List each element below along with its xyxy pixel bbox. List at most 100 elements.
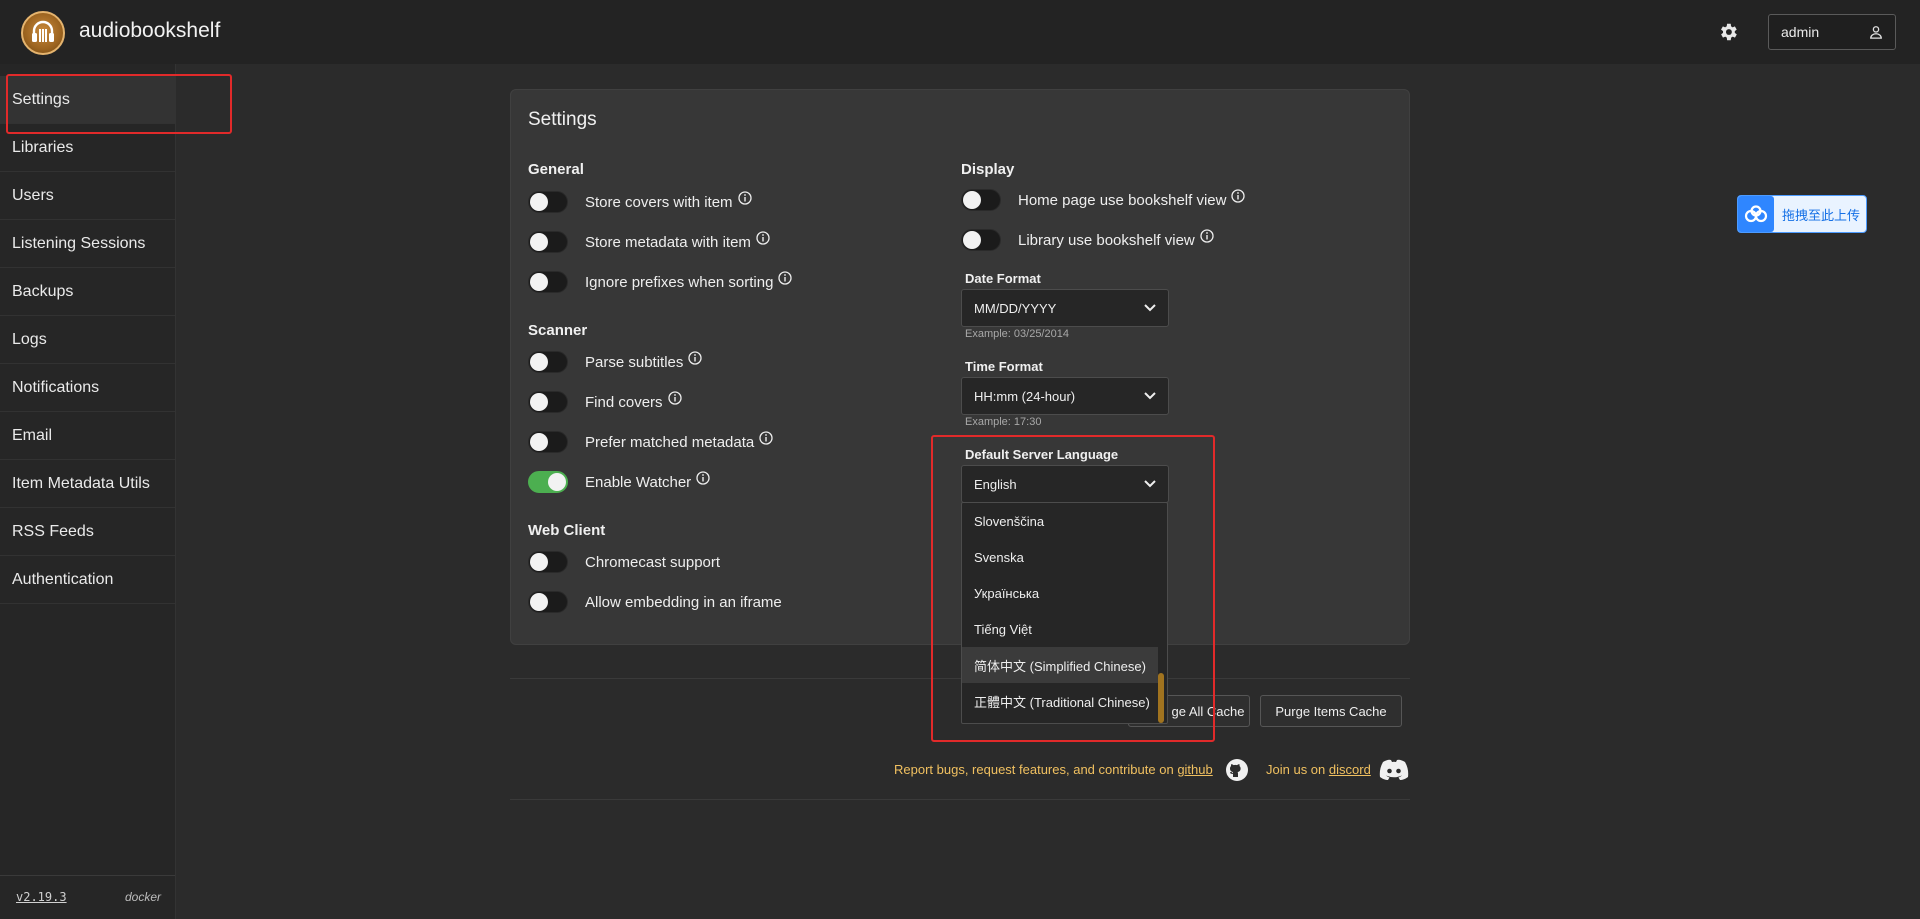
library-bookshelf-toggle[interactable]	[961, 229, 1001, 251]
parse-subtitles-row: Parse subtitles	[528, 349, 703, 375]
chevron-down-icon	[1144, 304, 1156, 312]
join-discord-text: Join us on discord	[1266, 762, 1371, 777]
library-bookshelf-row: Library use bookshelf view	[961, 227, 1214, 253]
info-icon[interactable]	[737, 191, 752, 205]
sidebar-item-item-metadata-utils[interactable]: Item Metadata Utils	[0, 460, 175, 508]
install-source-label: docker	[124, 890, 161, 904]
server-language-select[interactable]: English	[961, 465, 1169, 503]
date-format-example: Example: 03/25/2014	[965, 328, 1069, 340]
display-section-title: Display	[961, 161, 1015, 178]
select-value: HH:mm (24-hour)	[974, 388, 1076, 404]
sidebar-item-label: Users	[12, 186, 54, 204]
button-label: Purge Items Cache	[1275, 703, 1387, 719]
store-covers-row: Store covers with item	[528, 189, 752, 215]
store-metadata-toggle[interactable]	[528, 231, 568, 253]
sidebar-item-email[interactable]: Email	[0, 412, 175, 460]
upload-label: 拖拽至此上传	[1782, 208, 1861, 224]
toggle-label: Home page use bookshelf view	[1018, 191, 1227, 209]
chevron-down-icon	[1144, 480, 1156, 488]
home-bookshelf-toggle[interactable]	[961, 189, 1001, 211]
toggle-label: Allow embedding in an iframe	[585, 593, 782, 611]
info-icon[interactable]	[696, 471, 710, 485]
cloud-icon	[1738, 196, 1774, 232]
toggle-label: Parse subtitles	[585, 353, 684, 371]
chromecast-row: Chromecast support	[528, 549, 720, 575]
date-format-label: Date Format	[965, 271, 1041, 286]
dropdown-scrollbar[interactable]	[1158, 673, 1164, 723]
language-dropdown-list: Slovenščina Svenska Українська Tiếng Việ…	[961, 502, 1168, 724]
report-bugs-text: Report bugs, request features, and contr…	[894, 762, 1213, 777]
settings-gear-button[interactable]	[1714, 18, 1742, 46]
info-icon[interactable]	[667, 391, 682, 405]
prefer-matched-metadata-row: Prefer matched metadata	[528, 429, 773, 455]
info-icon[interactable]	[759, 431, 773, 445]
find-covers-toggle[interactable]	[528, 391, 568, 413]
prefer-matched-metadata-toggle[interactable]	[528, 431, 568, 453]
store-metadata-row: Store metadata with item	[528, 229, 770, 255]
report-bugs-label: Report bugs, request features, and contr…	[894, 762, 1174, 777]
sidebar-item-settings[interactable]: Settings	[0, 76, 175, 124]
date-format-select[interactable]: MM/DD/YYYY	[961, 289, 1169, 327]
version-link[interactable]: v2.19.3	[16, 890, 67, 904]
language-option[interactable]: Tiếng Việt	[962, 611, 1158, 647]
info-icon[interactable]	[1200, 229, 1214, 243]
divider	[510, 678, 1410, 679]
sidebar-item-label: Logs	[12, 330, 47, 348]
sidebar-item-users[interactable]: Users	[0, 172, 175, 220]
chevron-down-icon	[1144, 392, 1156, 400]
purge-items-cache-button[interactable]: Purge Items Cache	[1260, 695, 1402, 727]
toggle-label: Ignore prefixes when sorting	[585, 273, 774, 291]
enable-watcher-toggle[interactable]	[528, 471, 568, 493]
github-icon[interactable]	[1225, 758, 1249, 787]
discord-icon[interactable]	[1378, 759, 1410, 786]
divider	[510, 799, 1410, 800]
time-format-label: Time Format	[965, 359, 1043, 374]
parse-subtitles-toggle[interactable]	[528, 351, 568, 373]
info-icon[interactable]	[756, 231, 770, 245]
github-link[interactable]: github	[1177, 762, 1212, 777]
user-account-button[interactable]: admin	[1768, 14, 1896, 50]
toggle-label: Library use bookshelf view	[1018, 231, 1195, 249]
sidebar-item-label: Backups	[12, 282, 74, 300]
sidebar-item-listening-sessions[interactable]: Listening Sessions	[0, 220, 175, 268]
username-label: admin	[1781, 24, 1820, 40]
drag-upload-widget[interactable]: 拖拽至此上传	[1737, 195, 1867, 233]
language-option[interactable]: 简体中文 (Simplified Chinese)	[962, 647, 1158, 683]
sidebar: Settings Libraries Users Listening Sessi…	[0, 64, 176, 919]
language-option[interactable]: Slovenščina	[962, 503, 1158, 539]
sidebar-item-authentication[interactable]: Authentication	[0, 556, 175, 604]
app-logo[interactable]	[21, 11, 65, 55]
toggle-label: Enable Watcher	[585, 473, 692, 491]
page-title: Settings	[528, 109, 597, 130]
scanner-section-title: Scanner	[528, 322, 588, 339]
time-format-example: Example: 17:30	[965, 416, 1042, 428]
general-section-title: General	[528, 161, 584, 178]
discord-link[interactable]: discord	[1329, 762, 1371, 777]
info-icon[interactable]	[778, 271, 793, 285]
app-title[interactable]: audiobookshelf	[79, 19, 220, 43]
sidebar-item-notifications[interactable]: Notifications	[0, 364, 175, 412]
chromecast-toggle[interactable]	[528, 551, 568, 573]
gear-icon	[1721, 23, 1737, 41]
sidebar-item-libraries[interactable]: Libraries	[0, 124, 175, 172]
iframe-embedding-toggle[interactable]	[528, 591, 568, 613]
ignore-prefixes-toggle[interactable]	[528, 271, 568, 293]
language-option[interactable]: 正體中文 (Traditional Chinese)	[962, 683, 1158, 719]
enable-watcher-row: Enable Watcher	[528, 469, 710, 495]
toggle-label: Prefer matched metadata	[585, 433, 755, 451]
sidebar-item-backups[interactable]: Backups	[0, 268, 175, 316]
store-covers-toggle[interactable]	[528, 191, 568, 213]
sidebar-item-label: Listening Sessions	[12, 234, 146, 252]
home-bookshelf-row: Home page use bookshelf view	[961, 187, 1246, 213]
find-covers-row: Find covers	[528, 389, 682, 415]
language-option[interactable]: Svenska	[962, 539, 1158, 575]
toggle-label: Store covers with item	[585, 193, 733, 211]
sidebar-item-logs[interactable]: Logs	[0, 316, 175, 364]
language-option[interactable]: Українська	[962, 575, 1158, 611]
sidebar-item-rss-feeds[interactable]: RSS Feeds	[0, 508, 175, 556]
web-client-section-title: Web Client	[528, 522, 606, 539]
info-icon[interactable]	[688, 351, 703, 365]
server-language-label: Default Server Language	[965, 447, 1119, 462]
info-icon[interactable]	[1231, 189, 1246, 203]
time-format-select[interactable]: HH:mm (24-hour)	[961, 377, 1169, 415]
